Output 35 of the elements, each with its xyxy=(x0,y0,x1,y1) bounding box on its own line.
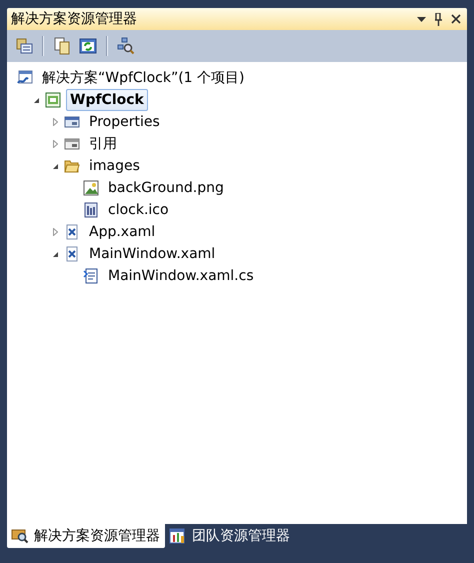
expand-arrow-icon[interactable] xyxy=(52,228,58,236)
expand-arrow-icon[interactable] xyxy=(52,118,58,126)
tree-item[interactable]: clock.ico xyxy=(104,199,173,221)
tree-item[interactable]: 引用 xyxy=(85,133,121,155)
panel-title: 解决方案资源管理器 xyxy=(11,10,138,28)
collapse-arrow-icon[interactable] xyxy=(52,250,58,258)
properties-icon xyxy=(64,114,80,130)
tree-item[interactable]: backGround.png xyxy=(104,177,228,199)
team-icon xyxy=(169,528,187,544)
tree-item[interactable]: MainWindow.xaml xyxy=(85,243,220,265)
collapse-arrow-icon[interactable] xyxy=(52,162,58,170)
panel-tab[interactable]: 解决方案资源管理器 xyxy=(7,524,165,548)
image-file-icon xyxy=(83,180,99,196)
dropdown-icon[interactable] xyxy=(417,16,426,22)
folder-icon xyxy=(64,158,80,174)
tree-item[interactable]: 解决方案“WpfClock”(1 个项目) xyxy=(38,67,248,89)
close-icon[interactable] xyxy=(451,14,461,24)
tree-item[interactable]: Properties xyxy=(85,111,164,133)
project-icon xyxy=(45,92,61,108)
diagram-search-icon[interactable] xyxy=(115,35,137,57)
pin-icon[interactable] xyxy=(434,12,443,26)
solution-icon xyxy=(17,70,33,86)
collapse-arrow-icon[interactable] xyxy=(32,96,40,104)
xaml-file-icon xyxy=(64,246,80,262)
panel-tab[interactable]: 团队资源管理器 xyxy=(165,524,295,548)
icon-file-icon xyxy=(83,202,99,218)
tree-item[interactable]: App.xaml xyxy=(85,221,160,243)
tree-item[interactable]: images xyxy=(85,155,144,177)
solution-search-icon xyxy=(11,528,29,544)
xaml-file-icon xyxy=(64,224,80,240)
tree-item[interactable]: WpfClock xyxy=(66,89,148,111)
tree-item[interactable]: MainWindow.xaml.cs xyxy=(104,265,258,287)
expand-arrow-icon[interactable] xyxy=(52,140,58,148)
code-file-icon xyxy=(83,268,99,284)
references-icon xyxy=(64,136,80,152)
